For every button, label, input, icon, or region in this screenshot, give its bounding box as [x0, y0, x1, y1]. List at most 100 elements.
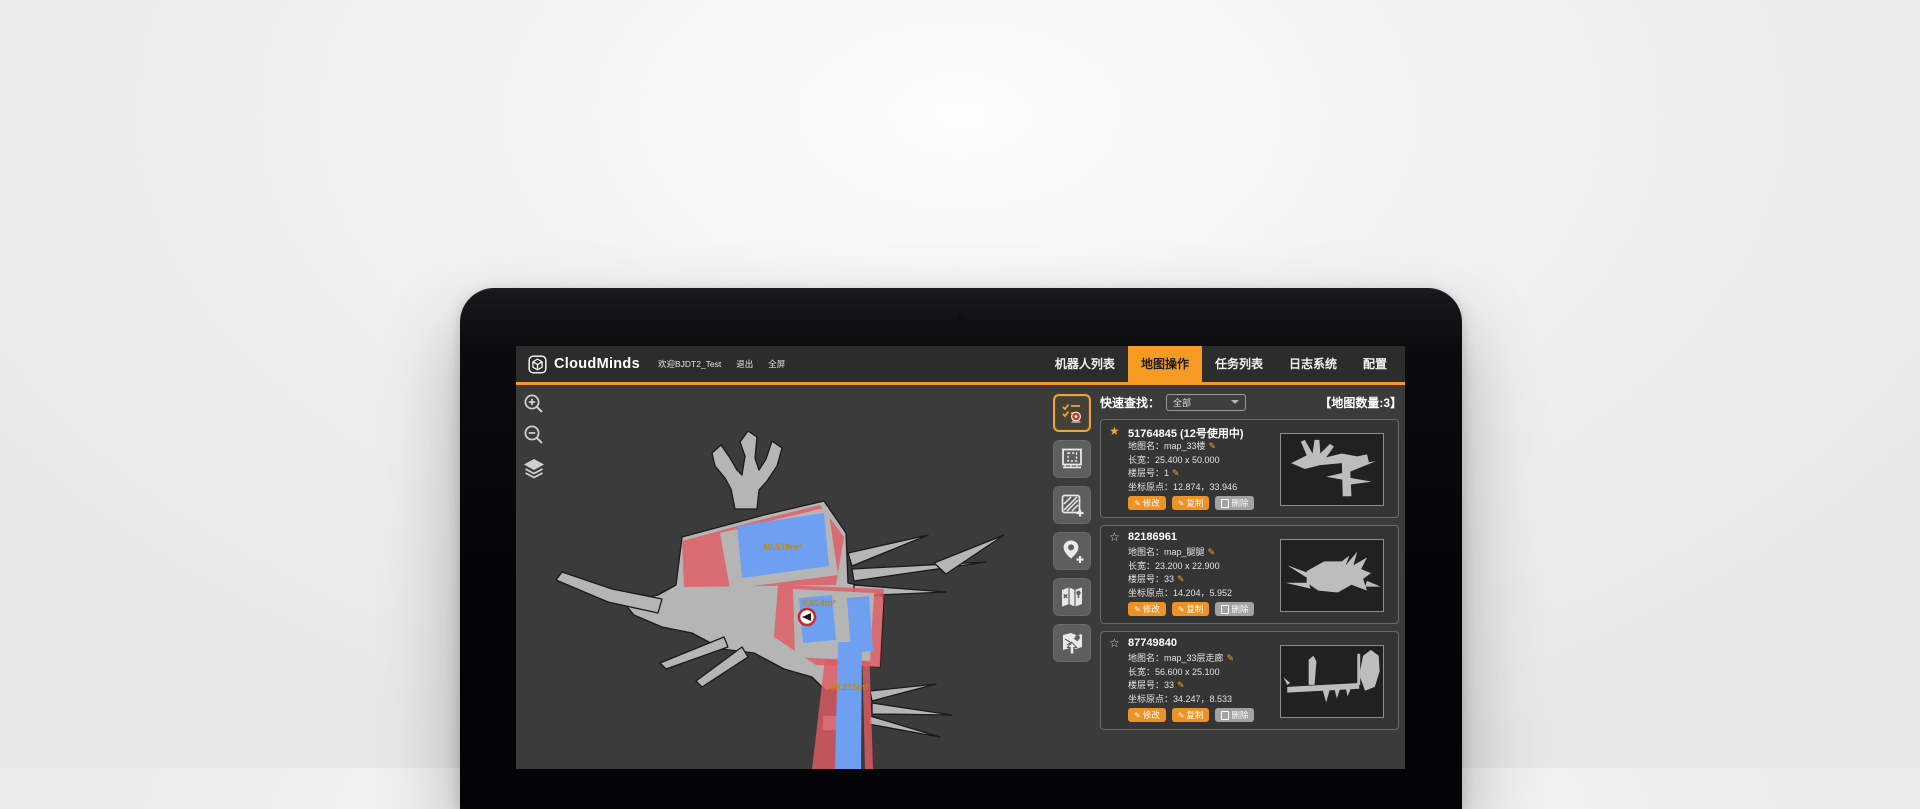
- tab-task-list[interactable]: 任务列表: [1202, 346, 1276, 382]
- field-label: 地图名：: [1128, 441, 1164, 451]
- area-label-3: 80.215m²: [830, 682, 869, 692]
- area-label-1: 40.519m²: [763, 542, 802, 552]
- brand: CloudMinds: [528, 355, 640, 374]
- field-value: 23.200 x 22.900: [1155, 561, 1220, 571]
- measure-area-button[interactable]: [1053, 440, 1091, 478]
- copy-map-button[interactable]: ✎复制: [1172, 708, 1210, 722]
- map-in-use-badge: (12号使用中): [1180, 428, 1244, 440]
- edit-pencil-icon: ✎: [1134, 605, 1141, 614]
- room-area-corridor: [835, 642, 862, 769]
- field-value: 56.600 x 25.100: [1155, 667, 1220, 677]
- robot-marker[interactable]: [799, 609, 815, 625]
- map-card-title: 51764845 (12号使用中): [1128, 425, 1244, 441]
- poi-task-list-icon: [1059, 400, 1085, 426]
- area-label-2: 8.614m²: [802, 598, 836, 608]
- delete-map-button[interactable]: 删除: [1215, 708, 1254, 722]
- copy-map-button[interactable]: ✎复制: [1172, 496, 1210, 510]
- map-thumbnail-image: [1281, 540, 1383, 611]
- map-card-buttons: ✎修改 ✎复制 删除: [1128, 496, 1254, 510]
- chevron-down-icon: [1231, 400, 1239, 404]
- app-screen: CloudMinds 欢迎BJDT2_Test 退出 全屏 机器人列表 地图操作…: [516, 346, 1405, 769]
- map-thumbnail[interactable]: [1280, 539, 1384, 612]
- map-filter-select[interactable]: 全部: [1166, 394, 1246, 411]
- poi-add-icon: [1059, 538, 1085, 564]
- webcam-dot: [959, 315, 964, 320]
- copy-map-button[interactable]: ✎复制: [1172, 602, 1210, 616]
- field-value: 33: [1164, 680, 1174, 690]
- edit-pencil-icon[interactable]: ✎: [1208, 547, 1216, 557]
- virtual-wall-add-icon: [1059, 492, 1085, 518]
- delete-icon: [1221, 711, 1229, 720]
- delete-map-button[interactable]: 删除: [1215, 602, 1254, 616]
- map-blob-top: [712, 431, 782, 509]
- map-card-title: 82186961: [1128, 531, 1177, 543]
- map-card-star-0[interactable]: ★: [1109, 424, 1120, 438]
- delete-map-button[interactable]: 删除: [1215, 496, 1254, 510]
- field-value: 25.400 x 50.000: [1155, 455, 1220, 465]
- field-label: 长宽：: [1128, 455, 1155, 465]
- map-filter-value: 全部: [1173, 396, 1191, 409]
- map-card-star-2[interactable]: ☆: [1109, 636, 1120, 650]
- measure-area-icon: [1059, 446, 1085, 472]
- field-value: 33: [1164, 574, 1174, 584]
- fullscreen-link[interactable]: 全屏: [768, 358, 785, 370]
- map-card-fields: 地图名：map_腿腿✎ 长宽：23.200 x 22.900 楼层号：33✎ 坐…: [1128, 546, 1232, 600]
- map-marker-icon: [1059, 584, 1085, 610]
- map-thumbnail[interactable]: [1280, 645, 1384, 718]
- tab-map-operation[interactable]: 地图操作: [1128, 346, 1202, 382]
- edit-pencil-icon[interactable]: ✎: [1227, 653, 1235, 663]
- edit-map-button[interactable]: ✎修改: [1128, 496, 1166, 510]
- cloudminds-logo-icon: [528, 355, 547, 374]
- layers-icon[interactable]: [523, 458, 545, 480]
- virtual-wall-add-button[interactable]: [1053, 486, 1091, 524]
- delete-icon: [1221, 605, 1229, 614]
- field-value: 1: [1164, 468, 1169, 478]
- field-value: map_33楼: [1164, 441, 1206, 451]
- poi-add-button[interactable]: [1053, 532, 1091, 570]
- field-label: 楼层号：: [1128, 680, 1164, 690]
- field-label: 地图名：: [1128, 547, 1164, 557]
- map-side-toolbar: [1053, 394, 1091, 662]
- tab-robot-list[interactable]: 机器人列表: [1042, 346, 1128, 382]
- map-card-fields: 地图名：map_33层走廊✎ 长宽：56.600 x 25.100 楼层号：33…: [1128, 652, 1234, 706]
- map-thumbnail-image: [1281, 646, 1383, 717]
- field-label: 坐标原点：: [1128, 588, 1173, 598]
- edit-pencil-icon: ✎: [1178, 605, 1185, 614]
- map-thumbnail[interactable]: [1280, 433, 1384, 506]
- map-card: ☆ 82186961 地图名：map_腿腿✎ 长宽：23.200 x 22.90…: [1100, 525, 1399, 624]
- edit-pencil-icon[interactable]: ✎: [1209, 441, 1217, 451]
- field-label: 地图名：: [1128, 653, 1164, 663]
- laptop-frame: CloudMinds 欢迎BJDT2_Test 退出 全屏 机器人列表 地图操作…: [460, 288, 1462, 809]
- tab-log-system[interactable]: 日志系统: [1276, 346, 1350, 382]
- welcome-text: 欢迎BJDT2_Test: [658, 358, 721, 370]
- edit-map-button[interactable]: ✎修改: [1128, 708, 1166, 722]
- poi-task-list-button[interactable]: [1053, 394, 1091, 432]
- map-card-title: 87749840: [1128, 637, 1177, 649]
- map-card-buttons: ✎修改 ✎复制 删除: [1128, 708, 1254, 722]
- map-upload-button[interactable]: [1053, 624, 1091, 662]
- map-thumbnail-image: [1281, 434, 1383, 505]
- session-bar: 欢迎BJDT2_Test 退出 全屏: [658, 358, 785, 370]
- map-card: ☆ 87749840 地图名：map_33层走廊✎ 长宽：56.600 x 25…: [1100, 631, 1399, 730]
- delete-icon: [1221, 499, 1229, 508]
- edit-pencil-icon[interactable]: ✎: [1177, 574, 1185, 584]
- field-label: 坐标原点：: [1128, 482, 1173, 492]
- map-marker-button[interactable]: [1053, 578, 1091, 616]
- logout-link[interactable]: 退出: [736, 358, 753, 370]
- field-label: 楼层号：: [1128, 468, 1164, 478]
- edit-pencil-icon: ✎: [1134, 499, 1141, 508]
- zoom-out-icon[interactable]: [523, 424, 545, 446]
- zoom-in-icon[interactable]: [523, 393, 545, 415]
- panel-head: 快速查找： 全部 【地图数量:3】: [1100, 393, 1402, 411]
- edit-map-button[interactable]: ✎修改: [1128, 602, 1166, 616]
- brand-name: CloudMinds: [554, 356, 640, 372]
- field-value: map_腿腿: [1164, 547, 1205, 557]
- field-value: 34.247，8.533: [1173, 694, 1232, 704]
- tab-config[interactable]: 配置: [1350, 346, 1400, 382]
- edit-pencil-icon[interactable]: ✎: [1177, 680, 1185, 690]
- edit-pencil-icon: ✎: [1134, 711, 1141, 720]
- edit-pencil-icon[interactable]: ✎: [1172, 468, 1180, 478]
- map-card-fields: 地图名：map_33楼✎ 长宽：25.400 x 50.000 楼层号：1✎ 坐…: [1128, 440, 1237, 494]
- map-card-star-1[interactable]: ☆: [1109, 530, 1120, 544]
- map-card: ★ 51764845 (12号使用中) 地图名：map_33楼✎ 长宽：25.4…: [1100, 419, 1399, 518]
